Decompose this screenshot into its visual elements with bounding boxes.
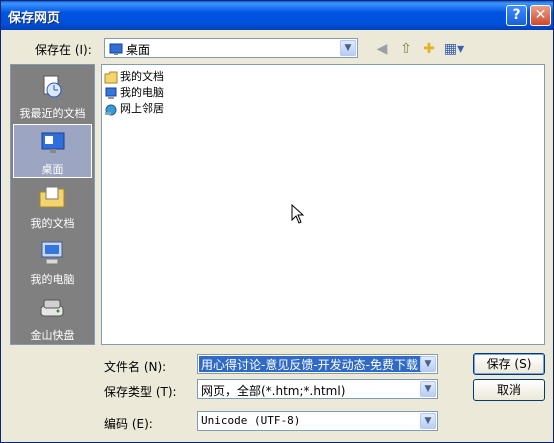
my-documents-icon [39, 186, 65, 208]
desktop-icon [109, 43, 123, 55]
place-label: 金山快盘 [30, 329, 75, 342]
place-label: 桌面 [41, 163, 64, 176]
encoding-value: Unicode (UTF-8) [201, 414, 301, 427]
save-in-value: 桌面 [109, 41, 150, 58]
filename-label: 文件名 (N): [104, 360, 167, 374]
chevron-down-icon[interactable]: ▼ [340, 40, 356, 56]
filetype-select[interactable]: 网页，全部(*.htm;*.html) ▼ [197, 379, 438, 399]
place-kingsoft-disk[interactable]: 金山快盘 [13, 291, 92, 345]
save-button[interactable]: 保存 (S) [473, 353, 545, 375]
save-in-text: 桌面 [126, 43, 151, 57]
close-button[interactable]: ✕ [530, 5, 551, 26]
filetype-label: 保存类型 (T): [104, 385, 177, 399]
list-item[interactable]: 我的文档 [104, 68, 164, 84]
save-in-label: 保存在 (I): [35, 43, 92, 57]
place-desktop[interactable]: 桌面 [13, 124, 92, 178]
folder-icon [104, 71, 118, 83]
help-button[interactable]: ? [506, 5, 527, 26]
place-label: 我的电脑 [30, 273, 75, 286]
place-label: 我最近的文档 [19, 107, 86, 120]
list-item[interactable]: 网上邻居 [104, 100, 164, 116]
back-icon[interactable]: ◀ [372, 40, 392, 58]
save-in-combo[interactable]: 桌面 ▼ [104, 38, 358, 58]
new-folder-icon[interactable]: ✚ [419, 40, 439, 58]
window-title: 保存网页 [8, 11, 61, 26]
file-name: 我的文档 [120, 70, 164, 83]
places-bar: 我最近的文档 桌面 我的文档 我的电脑 金山快盘 [10, 64, 95, 345]
file-name: 网上邻居 [120, 102, 164, 115]
filetype-value: 网页，全部(*.htm;*.html) [201, 384, 346, 398]
encoding-label: 编码 (E): [104, 417, 153, 431]
place-recent-documents[interactable]: 我最近的文档 [13, 69, 92, 123]
chevron-down-icon[interactable]: ▼ [420, 356, 436, 372]
save-webpage-dialog: 保存网页 ? ✕ 保存在 (I): 桌面 ▼ ◀ ⇧ ✚ ▦▾ 我最近的文档 桌… [0, 0, 554, 443]
place-label: 我的文档 [30, 217, 75, 230]
place-my-documents[interactable]: 我的文档 [13, 179, 92, 233]
up-folder-icon[interactable]: ⇧ [396, 40, 416, 58]
place-my-computer[interactable]: 我的电脑 [13, 235, 92, 289]
chevron-down-icon[interactable]: ▼ [420, 381, 436, 397]
network-icon [105, 104, 117, 115]
title-bar[interactable]: 保存网页 ? ✕ [1, 1, 553, 30]
file-list[interactable]: 我的文档 我的电脑 网上邻居 [101, 64, 545, 345]
cursor-icon [291, 204, 305, 224]
my-computer-icon [41, 241, 63, 265]
cancel-button[interactable]: 取消 [473, 379, 545, 401]
computer-icon [105, 87, 117, 99]
file-name: 我的电脑 [120, 86, 164, 99]
desktop-icon [41, 132, 65, 153]
view-menu-icon[interactable]: ▦▾ [442, 40, 466, 58]
list-item[interactable]: 我的电脑 [104, 84, 164, 100]
recent-documents-icon [43, 75, 62, 98]
cloud-drive-icon [40, 299, 64, 317]
chevron-down-icon[interactable]: ▼ [420, 413, 436, 429]
filename-field[interactable]: 用心得讨论-意见反馈-开发动态-免费下载 ▼ [197, 354, 438, 374]
encoding-select[interactable]: Unicode (UTF-8) ▼ [197, 411, 438, 431]
filename-value: 用心得讨论-意见反馈-开发动态-免费下载 [199, 356, 422, 372]
